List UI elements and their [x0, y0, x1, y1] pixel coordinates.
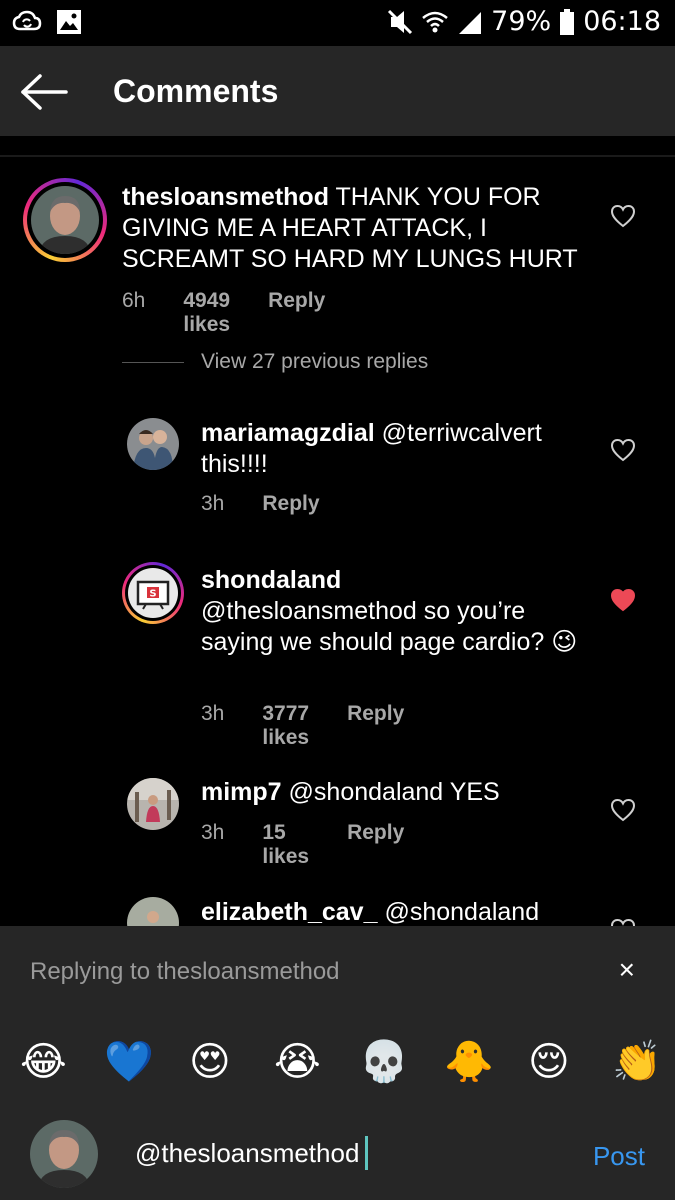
reply-button[interactable]: Reply: [347, 702, 404, 750]
comment-body: @shondaland: [384, 898, 540, 926]
avatar[interactable]: [127, 778, 179, 830]
comment-username[interactable]: shondaland: [201, 566, 341, 594]
svg-text:S: S: [149, 589, 156, 600]
reply-button[interactable]: Reply: [347, 821, 404, 869]
emoji-button[interactable]: 😌: [528, 1038, 570, 1086]
comment-time: 6h: [122, 289, 146, 312]
status-bar-right: 79% 06:18: [387, 6, 661, 37]
cloud-sync-icon: [12, 9, 42, 35]
heart-filled-icon[interactable]: [610, 588, 636, 612]
battery-percent: 79%: [491, 6, 552, 37]
app-bar: Comments: [0, 46, 675, 136]
image-icon: [56, 9, 82, 35]
comment-text: thesloansmethod THANK YOU FOR GIVING ME …: [122, 182, 592, 275]
replying-to-label: Replying to thesloansmethod: [30, 958, 340, 985]
comment-time: 3h: [201, 821, 225, 844]
avatar: [30, 1120, 98, 1188]
comment-time: 3h: [201, 492, 225, 515]
page-title: Comments: [113, 73, 279, 109]
comment-body: @shondaland YES: [288, 778, 500, 806]
heart-outline-icon[interactable]: [610, 798, 636, 822]
emoji-button[interactable]: 💙: [104, 1038, 154, 1086]
avatar-story-ring[interactable]: S: [122, 562, 184, 624]
replying-to-bar: Replying to thesloansmethod ×: [0, 926, 675, 1018]
divider: [0, 155, 675, 157]
status-bar-left: [12, 9, 82, 35]
clock: 06:18: [583, 6, 661, 37]
emoji-button[interactable]: 😍: [189, 1038, 231, 1086]
post-button[interactable]: Post: [593, 1141, 645, 1172]
comment-likes[interactable]: 15 likes: [262, 821, 309, 869]
heart-outline-icon[interactable]: [610, 438, 636, 462]
comment-username[interactable]: mimp7: [201, 778, 282, 806]
reply-button[interactable]: Reply: [262, 492, 319, 516]
comment-body: @thesloansmethod so you’re saying we sho…: [201, 597, 578, 656]
comment-meta: 3h 3777 likes Reply: [201, 702, 442, 750]
signal-icon: [457, 8, 483, 36]
close-icon[interactable]: ×: [619, 954, 635, 986]
comment-text: shondaland @thesloansmethod so you’re sa…: [201, 565, 581, 658]
avatar: [31, 186, 99, 254]
emoji-button[interactable]: 💀: [359, 1038, 409, 1086]
comment-meta: 3h Reply: [201, 492, 358, 516]
heart-outline-icon[interactable]: [610, 204, 636, 228]
comment-likes[interactable]: 3777 likes: [262, 702, 309, 750]
comment-meta: 6h 4949 likes Reply: [122, 289, 363, 337]
emoji-button[interactable]: 😭: [274, 1038, 321, 1086]
avatar[interactable]: [127, 418, 179, 470]
avatar-story-ring[interactable]: [23, 178, 107, 262]
emoji-button[interactable]: 🐥: [444, 1038, 494, 1086]
divider-line: [122, 361, 184, 363]
status-bar: 79% 06:18: [0, 0, 675, 46]
mute-icon: [387, 8, 413, 36]
comment-text: mariamagzdial @terriwcalvert this!!!!: [201, 418, 581, 480]
battery-icon: [559, 8, 575, 36]
emoji-quick-bar: 😂 💙 😍 😭 💀 🐥 😌 👏: [0, 1018, 675, 1108]
back-button[interactable]: [20, 72, 70, 112]
comment-meta: 3h 15 likes Reply: [201, 821, 442, 869]
comment-input-bar: @thesloansmethod Post: [0, 1108, 675, 1200]
emoji-button[interactable]: 😂: [20, 1038, 67, 1086]
wifi-icon: [421, 8, 449, 36]
view-previous-replies[interactable]: View 27 previous replies: [122, 350, 428, 374]
comment-likes[interactable]: 4949 likes: [183, 289, 230, 337]
comment-text: mimp7 @shondaland YES: [201, 777, 581, 808]
comment-input-value: @thesloansmethod: [135, 1137, 360, 1168]
arrow-left-icon: [21, 74, 68, 110]
comment-username[interactable]: thesloansmethod: [122, 183, 329, 211]
comment-text: elizabeth_cav_ @shondaland: [201, 897, 581, 928]
emoji-button[interactable]: 👏: [612, 1038, 662, 1086]
comment-input[interactable]: @thesloansmethod: [135, 1136, 369, 1170]
text-cursor: [365, 1136, 369, 1170]
reply-button[interactable]: Reply: [268, 289, 325, 337]
comment-username[interactable]: mariamagzdial: [201, 419, 375, 447]
comment-time: 3h: [201, 702, 225, 725]
avatar: S: [128, 568, 178, 618]
comment-username[interactable]: elizabeth_cav_: [201, 898, 378, 926]
view-replies-label: View 27 previous replies: [201, 350, 429, 373]
